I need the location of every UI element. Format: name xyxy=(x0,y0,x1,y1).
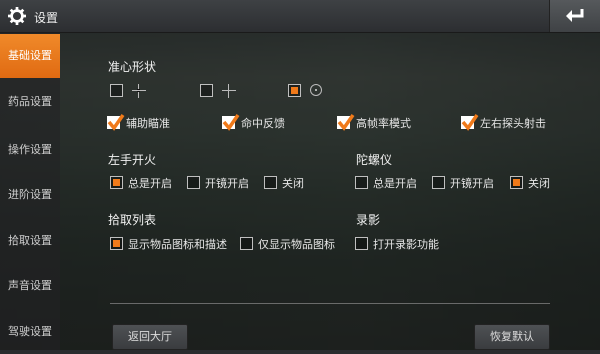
crosshair-title: 准心形状 xyxy=(108,60,157,74)
gyro-title: 陀螺仪 xyxy=(356,153,393,167)
sidebar-item-sound[interactable]: 声音设置 xyxy=(0,264,60,308)
restore-default-button[interactable]: 恢复默认 xyxy=(474,324,550,350)
pickup-title: 拾取列表 xyxy=(108,213,157,227)
crosshair-dot-icon xyxy=(132,84,146,98)
checkmark-icon xyxy=(107,114,125,131)
crosshair-circle-icon xyxy=(310,84,322,96)
divider xyxy=(110,303,550,304)
left-fire-scope-label: 开镜开启 xyxy=(205,177,249,190)
pickup-icon-only-checkbox[interactable] xyxy=(240,237,253,250)
checkmark-icon xyxy=(337,114,355,131)
gyro-scope-label: 开镜开启 xyxy=(450,177,494,190)
crosshair-option-1-checkbox[interactable] xyxy=(110,84,123,97)
pickup-full-checkbox[interactable] xyxy=(110,237,123,250)
left-fire-off-checkbox[interactable] xyxy=(264,176,277,189)
gyro-scope-checkbox[interactable] xyxy=(432,176,445,189)
crosshair-cross-icon xyxy=(222,84,236,98)
sidebar-item-basic[interactable]: 基础设置 xyxy=(0,34,60,78)
page-title: 设置 xyxy=(34,11,59,25)
peek-fire-checkbox[interactable] xyxy=(461,114,479,131)
checkmark-icon xyxy=(222,114,240,131)
sidebar-item-medicine[interactable]: 药品设置 xyxy=(0,80,60,124)
hit-feedback-checkbox[interactable] xyxy=(222,114,240,131)
gyro-always-checkbox[interactable] xyxy=(355,176,368,189)
crosshair-option-2-checkbox[interactable] xyxy=(200,84,213,97)
assist-aim-label: 辅助瞄准 xyxy=(126,117,170,130)
sidebar: 基础设置 药品设置 操作设置 进阶设置 拾取设置 声音设置 驾驶设置 xyxy=(0,32,60,350)
gyro-off-checkbox[interactable] xyxy=(510,176,523,189)
hit-feedback-label: 命中反馈 xyxy=(241,117,285,130)
back-lobby-button[interactable]: 返回大厅 xyxy=(112,324,188,350)
sidebar-item-driving[interactable]: 驾驶设置 xyxy=(0,310,60,354)
left-fire-scope-checkbox[interactable] xyxy=(187,176,200,189)
sidebar-item-advanced[interactable]: 进阶设置 xyxy=(0,173,60,217)
high-fps-checkbox[interactable] xyxy=(337,114,355,131)
record-label: 打开录影功能 xyxy=(373,238,439,251)
left-fire-always-label: 总是开启 xyxy=(128,177,172,190)
high-fps-label: 高帧率模式 xyxy=(356,117,411,130)
back-arrow-icon xyxy=(566,9,584,22)
checkmark-icon xyxy=(461,114,479,131)
left-fire-title: 左手开火 xyxy=(108,153,157,167)
pickup-icon-only-label: 仅显示物品图标 xyxy=(258,238,335,251)
sidebar-item-controls[interactable]: 操作设置 xyxy=(0,128,60,172)
peek-fire-label: 左右探头射击 xyxy=(480,117,546,130)
left-fire-off-label: 关闭 xyxy=(282,177,304,190)
record-checkbox[interactable] xyxy=(355,237,368,250)
crosshair-option-3-checkbox[interactable] xyxy=(288,84,301,97)
left-fire-always-checkbox[interactable] xyxy=(110,176,123,189)
gyro-off-label: 关闭 xyxy=(528,177,550,190)
sidebar-item-pickup[interactable]: 拾取设置 xyxy=(0,219,60,263)
header-bar: 设置 xyxy=(0,0,600,33)
back-button[interactable] xyxy=(549,0,600,32)
assist-aim-checkbox[interactable] xyxy=(107,114,125,131)
gear-icon xyxy=(8,7,26,25)
gyro-always-label: 总是开启 xyxy=(373,177,417,190)
pickup-full-label: 显示物品图标和描述 xyxy=(128,238,227,251)
record-title: 录影 xyxy=(356,213,381,227)
